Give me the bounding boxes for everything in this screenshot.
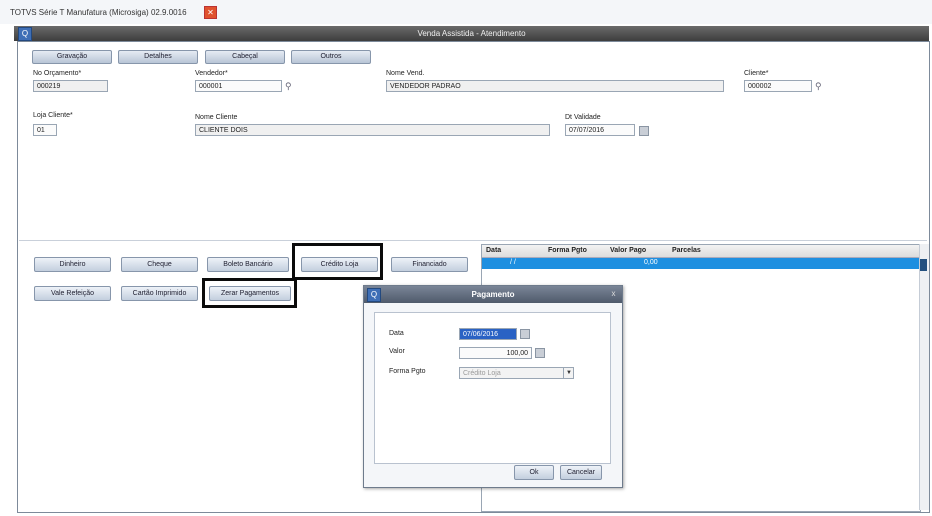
- tab-cabecal[interactable]: Cabeçal: [205, 50, 285, 64]
- cliente-field[interactable]: 000002: [744, 80, 812, 92]
- orcamento-label: No Orçamento*: [33, 70, 82, 77]
- cancel-button[interactable]: Cancelar: [560, 465, 602, 480]
- row-valor: 0,00: [644, 259, 658, 266]
- financiado-button[interactable]: Financiado: [391, 257, 468, 272]
- nome-vend-label: Nome Vend.: [386, 70, 425, 77]
- grid-scroll-thumb[interactable]: [920, 259, 927, 271]
- vendedor-label: Vendedor*: [195, 70, 228, 77]
- grid-header: Data Forma Pgto Valor Pago Parcelas: [482, 245, 920, 258]
- ok-button[interactable]: Ok: [514, 465, 554, 480]
- cliente-label: Cliente*: [744, 70, 769, 77]
- pagamento-modal: Q Pagamento x Data 07/06/2016 Valor 100,…: [363, 285, 623, 488]
- app-icon: Q: [18, 27, 32, 41]
- highlight-credito-loja: [292, 243, 383, 280]
- highlight-zerar-pagamentos: [202, 278, 297, 308]
- modal-title: Pagamento: [471, 290, 515, 299]
- modal-header: Q Pagamento x: [364, 286, 622, 303]
- chevron-down-icon[interactable]: ▼: [563, 368, 574, 378]
- vale-refeicao-button[interactable]: Vale Refeição: [34, 286, 111, 301]
- validade-label: Dt Validade: [565, 114, 601, 121]
- grid-scrollbar[interactable]: [919, 244, 929, 510]
- calendar-icon[interactable]: [520, 329, 530, 339]
- loja-field[interactable]: 01: [33, 124, 57, 136]
- cartao-imprimido-button[interactable]: Cartão Imprimido: [121, 286, 198, 301]
- tab-gravacao[interactable]: Gravação: [32, 50, 112, 64]
- modal-forma-label: Forma Pgto: [389, 368, 426, 375]
- modal-valor-field[interactable]: 100,00: [459, 347, 532, 359]
- tab-outros[interactable]: Outros: [291, 50, 371, 64]
- calendar-icon[interactable]: [639, 126, 649, 136]
- search-icon[interactable]: ⚲: [815, 81, 825, 91]
- grid-col-parcelas: Parcelas: [672, 247, 701, 254]
- row-data: / /: [510, 259, 516, 266]
- modal-data-label: Data: [389, 330, 404, 337]
- dialog-header: Venda Assistida - Atendimento: [14, 26, 929, 41]
- orcamento-field[interactable]: 000219: [33, 80, 108, 92]
- grid-col-data: Data: [486, 247, 502, 254]
- tab-detalhes[interactable]: Detalhes: [118, 50, 198, 64]
- grid-col-valor: Valor Pago: [610, 247, 647, 254]
- loja-label: Loja Cliente*: [33, 112, 73, 119]
- grid-col-forma: Forma Pgto: [548, 247, 587, 254]
- modal-data-field[interactable]: 07/06/2016: [459, 328, 517, 340]
- calculator-icon[interactable]: [535, 348, 545, 358]
- boleto-bancario-button[interactable]: Boleto Bancário: [207, 257, 289, 272]
- table-row[interactable]: / / 0,00: [482, 258, 920, 269]
- window-title: TOTVS Série T Manufatura (Microsiga) 02.…: [10, 8, 187, 17]
- close-icon[interactable]: x: [609, 289, 618, 298]
- search-icon[interactable]: ⚲: [285, 81, 295, 91]
- close-icon[interactable]: ✕: [204, 6, 217, 19]
- dialog-title: Venda Assistida - Atendimento: [417, 29, 526, 38]
- dinheiro-button[interactable]: Dinheiro: [34, 257, 111, 272]
- divider: [19, 240, 927, 241]
- modal-valor-label: Valor: [389, 348, 405, 355]
- validade-field[interactable]: 07/07/2016: [565, 124, 635, 136]
- cheque-button[interactable]: Cheque: [121, 257, 198, 272]
- modal-forma-select[interactable]: Crédito Loja: [459, 367, 574, 379]
- vendedor-field[interactable]: 000001: [195, 80, 282, 92]
- nome-cliente-label: Nome Cliente: [195, 114, 238, 121]
- nome-vend-field: VENDEDOR PADRAO: [386, 80, 724, 92]
- nome-cliente-field: CLIENTE DOIS: [195, 124, 550, 136]
